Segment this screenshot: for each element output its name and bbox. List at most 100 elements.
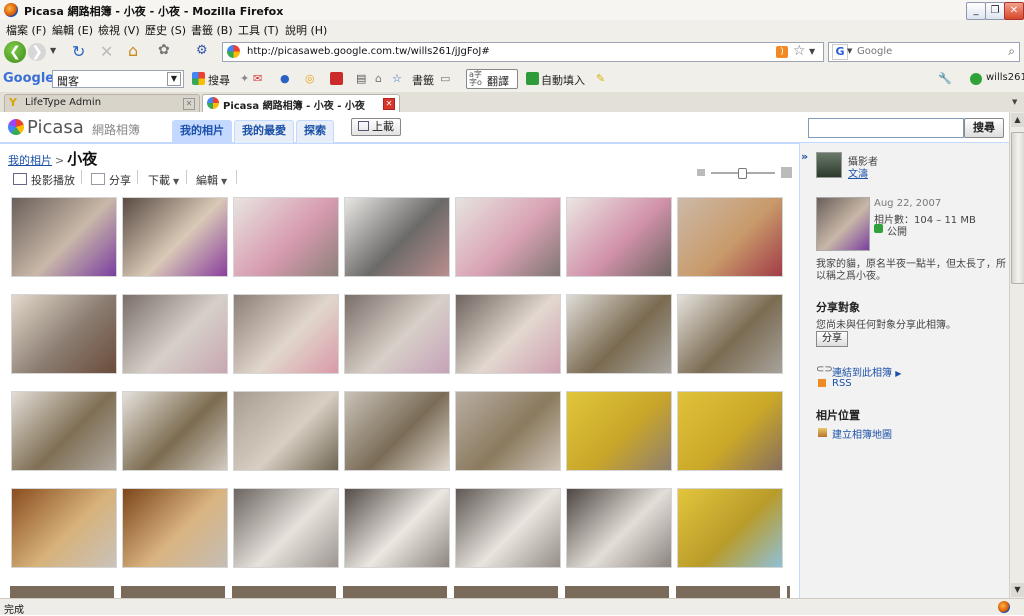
wrench-icon[interactable]: 🔧 [938, 72, 952, 85]
menu-bookmarks[interactable]: 書籤 (B) [191, 22, 233, 38]
autofill-button[interactable]: 自動填入 [541, 72, 585, 88]
slideshow-button[interactable]: 投影播放 [13, 172, 75, 188]
youtube-icon[interactable] [330, 72, 343, 85]
bookmarks-button[interactable]: 書籤 [412, 72, 434, 88]
photo-thumbnail[interactable] [122, 391, 228, 471]
museum-icon[interactable]: ⌂ [375, 72, 382, 85]
url-dropdown-icon[interactable]: ▼ [809, 47, 815, 56]
scroll-down-arrow-icon[interactable]: ▼ [1011, 583, 1024, 597]
photo-thumbnail[interactable] [677, 488, 783, 568]
photo-thumbnail[interactable] [455, 197, 561, 277]
autofill-icon[interactable] [526, 72, 539, 85]
photo-thumbnail[interactable] [455, 488, 561, 568]
link-to-album[interactable]: 連結到此相簿 ▶ [832, 364, 901, 379]
photo-thumbnail[interactable] [566, 197, 672, 277]
history-dropdown-icon[interactable]: ▼ [50, 46, 56, 55]
highlighter-icon[interactable]: ▭ [440, 72, 450, 85]
stop-icon[interactable]: ✕ [100, 42, 113, 61]
photo-thumbnail[interactable] [566, 294, 672, 374]
bookmark-star-icon[interactable]: ☆ [793, 43, 806, 59]
photo-thumbnail[interactable] [566, 488, 672, 568]
photo-thumbnail[interactable] [677, 391, 783, 471]
photo-thumbnail[interactable] [344, 294, 450, 374]
photo-thumbnail[interactable] [233, 488, 339, 568]
search-icon[interactable]: ⌕ [1008, 44, 1015, 59]
photo-thumbnail[interactable] [455, 391, 561, 471]
menu-file[interactable]: 檔案 (F) [6, 22, 46, 38]
scroll-up-arrow-icon[interactable]: ▲ [1011, 113, 1024, 127]
upload-button[interactable]: 上載 [351, 118, 401, 136]
photo-thumbnail[interactable] [11, 294, 117, 374]
sidebar-share-button[interactable]: 分享 [816, 331, 848, 347]
globe-icon[interactable]: ● [280, 72, 290, 85]
notebook-icon[interactable]: ▤ [356, 72, 366, 85]
tab-list-icon[interactable]: ▼ [1012, 98, 1017, 106]
breadcrumb-my-photos[interactable]: 我的相片 [8, 154, 52, 167]
collapse-sidebar-icon[interactable]: » [801, 150, 808, 163]
photo-thumbnail[interactable] [566, 391, 672, 471]
photo-thumbnail[interactable] [122, 294, 228, 374]
google-toolbar-query-input[interactable]: 聞客 ▼ [52, 70, 184, 88]
scrollbar-thumb[interactable] [1011, 132, 1024, 284]
download-menu[interactable]: 下載 ▼ [148, 172, 179, 188]
forward-button[interactable]: ❯ [28, 43, 46, 61]
photo-thumbnail[interactable] [677, 294, 783, 374]
photo-thumbnail[interactable] [344, 197, 450, 277]
google-search-button[interactable]: 搜尋 [208, 72, 230, 88]
photo-thumbnail[interactable] [344, 391, 450, 471]
create-map-link[interactable]: 建立相簿地圖 [832, 426, 892, 441]
photo-thumbnail[interactable] [122, 488, 228, 568]
photographer-link[interactable]: 文濤 [848, 165, 868, 180]
photo-thumbnail[interactable] [677, 197, 783, 277]
tab-favorites[interactable]: 我的最愛 [234, 120, 294, 143]
photo-thumbnail[interactable] [11, 197, 117, 277]
menu-help[interactable]: 說明 (H) [285, 22, 327, 38]
album-cover[interactable] [816, 197, 870, 251]
url-bar[interactable]: http://picasaweb.google.com.tw/wills261/… [222, 42, 824, 62]
menu-view[interactable]: 檢視 (V) [98, 22, 140, 38]
picasa-logo[interactable]: Picasa [8, 117, 84, 138]
translate-button[interactable]: a字 字o 翻譯 [466, 69, 518, 89]
menu-tools[interactable]: 工具 (T) [238, 22, 279, 38]
reload-icon[interactable]: ↻ [72, 42, 85, 61]
photo-thumbnail[interactable] [122, 197, 228, 277]
photo-thumbnail[interactable] [233, 197, 339, 277]
photo-thumbnail[interactable] [233, 391, 339, 471]
pencil-icon[interactable]: ✎ [596, 72, 605, 85]
photo-thumbnail[interactable] [233, 294, 339, 374]
tab-lifetype-admin[interactable]: Y LifeType Admin ✕ [4, 94, 200, 112]
photographer-avatar[interactable] [816, 152, 842, 178]
rss-link[interactable]: RSS [832, 378, 852, 389]
query-dropdown-icon[interactable]: ▼ [167, 72, 181, 86]
photo-thumbnail[interactable] [11, 488, 117, 568]
menu-history[interactable]: 歷史 (S) [145, 22, 186, 38]
tab-my-photos[interactable]: 我的相片 [172, 120, 232, 143]
rss-feed-icon[interactable]: ) [776, 46, 788, 58]
search-engine-icon[interactable]: G [832, 44, 848, 60]
tab-explore[interactable]: 探索 [296, 120, 334, 143]
picasa-search-button[interactable]: 搜尋 [964, 118, 1004, 138]
close-button[interactable]: ✕ [1004, 2, 1024, 20]
share-button[interactable]: 分享 [91, 172, 131, 188]
slider-handle[interactable] [738, 168, 747, 179]
google-logo[interactable]: Google [3, 71, 54, 86]
google-search-icon[interactable] [192, 72, 205, 85]
extension-icon[interactable]: ✿ [158, 42, 170, 58]
tab-close-icon[interactable]: ✕ [383, 98, 395, 110]
tab-close-icon[interactable]: ✕ [183, 98, 195, 110]
page-scrollbar[interactable]: ▲ ▼ [1009, 112, 1024, 598]
edit-menu[interactable]: 編輯 ▼ [196, 172, 227, 188]
toolbar-icon[interactable]: ⚙ [196, 43, 208, 58]
news-icon[interactable]: ✦ [240, 72, 249, 85]
thumbnail-size-slider[interactable] [697, 167, 792, 179]
picasa-search-input[interactable] [808, 118, 964, 138]
search-box[interactable]: G ▼ ⌕ [828, 42, 1020, 62]
picasa-icon[interactable]: ◎ [305, 72, 315, 85]
back-button[interactable]: ❮ [4, 41, 26, 63]
account-name[interactable]: wills261 [986, 72, 1024, 83]
search-input[interactable] [857, 44, 997, 58]
home-icon[interactable]: ⌂ [128, 41, 138, 60]
tab-picasa[interactable]: Picasa 網路相簿 - 小夜 - 小夜 ✕ [202, 94, 400, 113]
minimize-button[interactable]: _ [966, 2, 986, 20]
search-engine-dropdown-icon[interactable]: ▼ [847, 47, 852, 55]
